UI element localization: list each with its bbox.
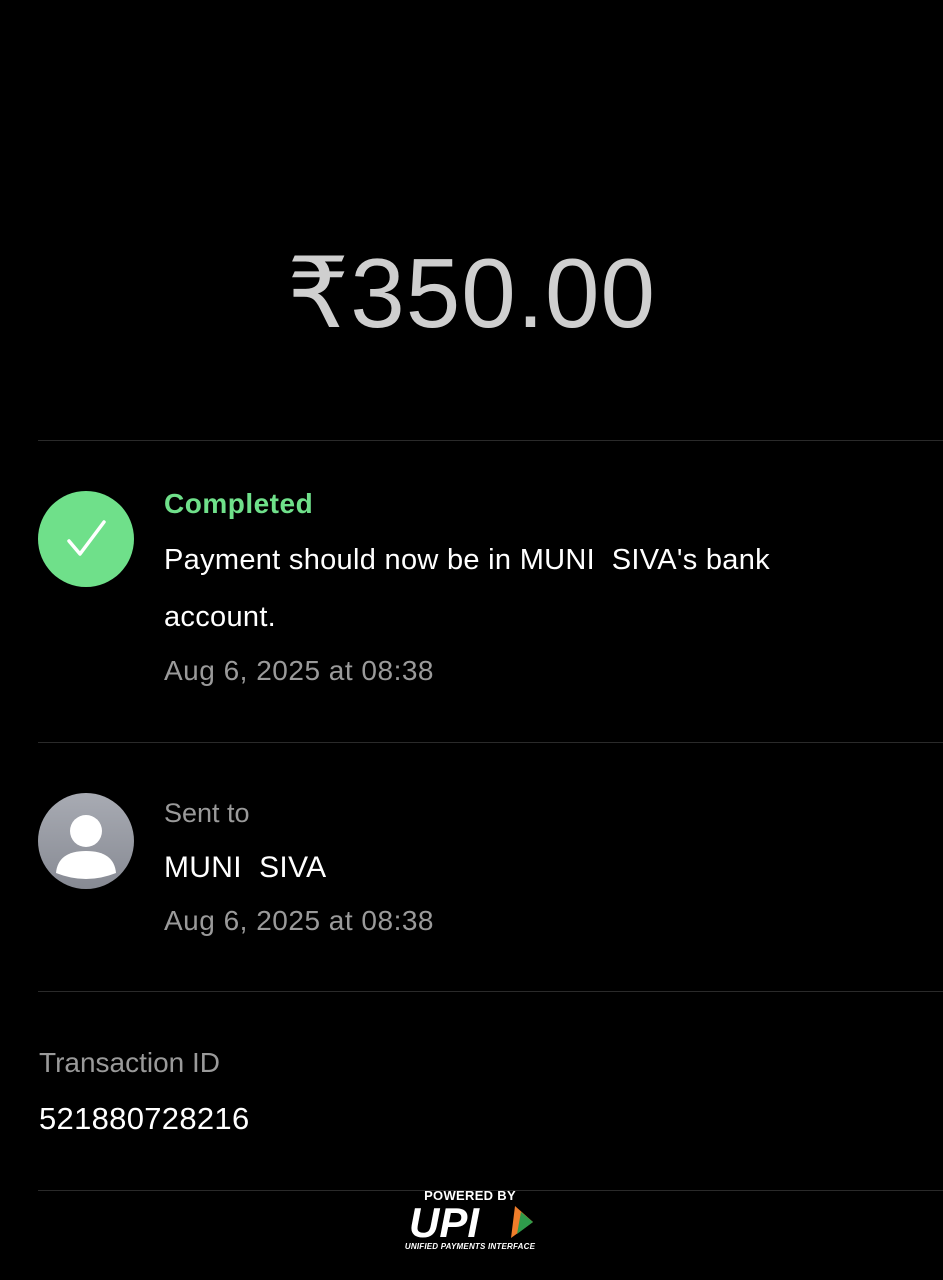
status-timestamp: Aug 6, 2025 at 08:38 [164,655,434,686]
divider [38,440,943,441]
sent-to-label: Sent to [164,798,250,828]
payment-amount: ₹350.00 [286,238,657,348]
recipient-name: MUNI SIVA [164,851,327,884]
powered-by-label: POWERED BY [424,1188,516,1203]
upi-logo: POWERED BY UPI UNIFIED PAYMENTS INTERFAC… [403,1188,543,1254]
transaction-id-value: 521880728216 [39,1101,250,1136]
divider [38,991,943,992]
person-avatar-icon [38,793,134,889]
status-message: Payment should now be in MUNI SIVA's ban… [164,544,770,633]
check-icon [38,491,134,587]
svg-text:UPI: UPI [409,1202,480,1242]
status-label: Completed [164,488,314,519]
transaction-id-label: Transaction ID [39,1047,221,1078]
recipient-timestamp: Aug 6, 2025 at 08:38 [164,905,434,936]
upi-tagline: UNIFIED PAYMENTS INTERFACE [404,1242,536,1251]
upi-logo-icon: UPI [409,1202,533,1242]
divider [38,742,943,743]
